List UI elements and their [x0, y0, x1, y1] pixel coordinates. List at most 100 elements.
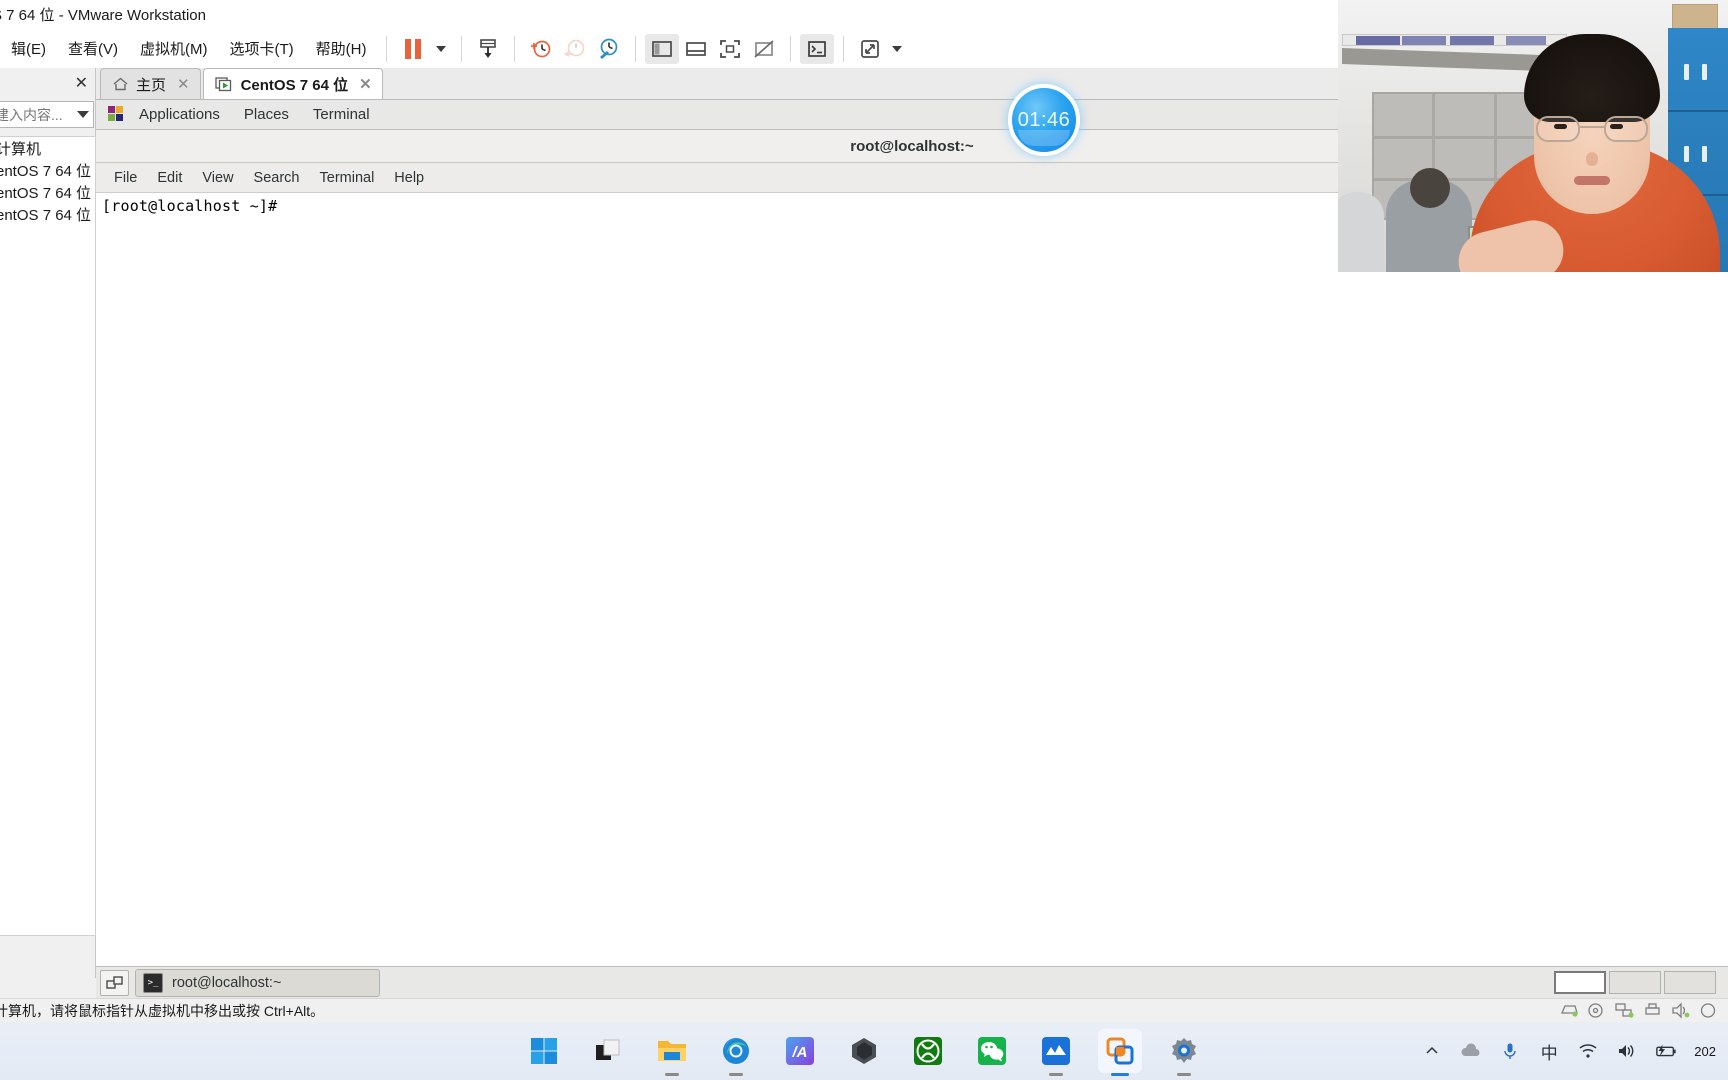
task-view-icon	[596, 1039, 620, 1060]
gnome-menu-terminal[interactable]: Terminal	[301, 104, 382, 125]
menu-help[interactable]: 帮助(H)	[305, 34, 378, 63]
webcam-locker-handle	[1684, 64, 1689, 80]
window-title: S 7 64 位 - VMware Workstation	[0, 7, 206, 24]
gear-icon	[1172, 1038, 1196, 1063]
app-m-icon: /A	[786, 1037, 814, 1065]
menu-tabs[interactable]: 选项卡(T)	[219, 34, 305, 63]
volume-icon[interactable]	[1616, 1040, 1638, 1062]
gnome-menu-applications[interactable]: Applications	[127, 104, 232, 125]
menu-vm[interactable]: 虚拟机(M)	[129, 34, 219, 63]
badge-gloss	[1018, 130, 1070, 146]
edge-button[interactable]	[714, 1029, 758, 1073]
pause-dropdown-button[interactable]	[430, 34, 452, 64]
clock[interactable]: 202	[1694, 1044, 1716, 1059]
cd-dvd-icon[interactable]	[1587, 1002, 1606, 1019]
workspace-2[interactable]	[1609, 971, 1661, 994]
workspace-indicator	[1554, 971, 1724, 994]
home-icon	[112, 76, 129, 92]
terminal-output[interactable]: [root@localhost ~]#	[96, 193, 1728, 933]
folder-icon	[658, 1041, 686, 1061]
menu-view[interactable]: 查看(V)	[57, 34, 129, 63]
wifi-icon[interactable]	[1577, 1040, 1599, 1062]
terminal-menu-search[interactable]: Search	[244, 167, 310, 189]
onedrive-cloud-icon[interactable]	[1460, 1040, 1482, 1062]
chevron-down-icon[interactable]	[77, 111, 89, 118]
take-snapshot-button[interactable]	[524, 34, 558, 64]
app-blue-button[interactable]	[1034, 1029, 1078, 1073]
menu-edit[interactable]: 辑(E)	[0, 34, 57, 63]
revert-snapshot-button[interactable]	[558, 34, 592, 64]
usb-device-icon[interactable]	[1699, 1002, 1718, 1019]
network-adapter-icon[interactable]	[1615, 1002, 1634, 1019]
gnome-menu-places[interactable]: Places	[232, 104, 301, 125]
pause-vm-button[interactable]	[396, 34, 430, 64]
toolbar-separator	[790, 35, 792, 62]
tab-centos7[interactable]: CentOS 7 64 位 ✕	[202, 68, 383, 99]
xbox-button[interactable]	[906, 1029, 950, 1073]
workspace-1[interactable]	[1554, 971, 1606, 994]
tab-close-icon[interactable]: ✕	[177, 75, 190, 93]
chevron-down-icon	[436, 45, 447, 52]
microphone-icon[interactable]	[1499, 1040, 1521, 1062]
vmware-statusbar: 计算机，请将鼠标指针从虚拟机中移出或按 Ctrl+Alt。	[0, 998, 1728, 1022]
library-header: ✕	[0, 68, 96, 98]
task-view-button[interactable]	[586, 1029, 630, 1073]
start-button[interactable]	[522, 1029, 566, 1073]
library-search-box[interactable]: 建入内容...	[0, 101, 94, 128]
file-explorer-button[interactable]	[650, 1029, 694, 1073]
workspace-3[interactable]	[1664, 971, 1716, 994]
wechat-button[interactable]	[970, 1029, 1014, 1073]
snapshot-manager-button[interactable]	[592, 34, 626, 64]
webcam-person-glasses	[1536, 116, 1648, 142]
library-item-vm-2[interactable]: entOS 7 64 位	[0, 181, 95, 203]
svg-text:/A: /A	[792, 1044, 808, 1061]
fullscreen-icon	[720, 39, 741, 58]
ime-chinese-icon[interactable]: 中	[1538, 1040, 1560, 1063]
hard-disk-icon[interactable]	[1559, 1002, 1578, 1019]
webcam-bystander	[1338, 192, 1384, 272]
webcam-locker-handle	[1702, 64, 1707, 80]
battery-charging-icon[interactable]	[1655, 1040, 1677, 1062]
library-item-vm-1[interactable]: entOS 7 64 位	[0, 159, 95, 181]
vm-powered-on-icon	[214, 76, 234, 92]
tab-close-icon[interactable]: ✕	[359, 75, 372, 93]
library-item-my-computer[interactable]: 计算机	[0, 137, 95, 159]
vmware-workstation-button[interactable]	[1098, 1029, 1142, 1073]
webcam-object	[1506, 36, 1546, 45]
terminal-menu-terminal[interactable]: Terminal	[310, 167, 385, 189]
terminal-menu-edit[interactable]: Edit	[147, 167, 192, 189]
console-icon	[808, 40, 827, 57]
printer-icon[interactable]	[1643, 1002, 1662, 1019]
show-library-button[interactable]	[645, 33, 680, 64]
library-panel: ✕ 建入内容... 计算机 entOS 7 64 位 entOS 7 64 位 …	[0, 68, 96, 1044]
stretch-guest-button[interactable]	[853, 34, 887, 64]
show-hidden-icons-icon[interactable]	[1421, 1040, 1443, 1062]
webcam-overlay	[1338, 0, 1728, 272]
xbox-icon	[914, 1037, 942, 1065]
close-icon[interactable]: ✕	[75, 73, 88, 93]
webcam-object	[1356, 36, 1400, 45]
app-hexagon-button[interactable]	[842, 1029, 886, 1073]
send-ctrl-alt-del-button[interactable]	[471, 34, 505, 64]
stretch-dropdown-button[interactable]	[887, 34, 907, 64]
library-item-vm-3[interactable]: entOS 7 64 位	[0, 203, 95, 225]
terminal-menu-help[interactable]: Help	[384, 167, 434, 189]
unity-mode-button[interactable]	[747, 34, 781, 64]
tab-home[interactable]: 主页 ✕	[100, 68, 201, 99]
pause-icon	[405, 38, 422, 59]
terminal-menu-file[interactable]: File	[104, 167, 147, 189]
fullscreen-button[interactable]	[713, 34, 747, 64]
taskbar-window-button[interactable]: >_ root@localhost:~	[135, 968, 380, 997]
glasses-lens-left	[1536, 116, 1580, 142]
webcam-person-mouth	[1574, 176, 1610, 185]
sound-card-icon[interactable]	[1671, 1002, 1690, 1019]
search-input[interactable]: 建入内容...	[0, 105, 77, 125]
webcam-locker-handle	[1684, 146, 1689, 162]
show-thumbnails-button[interactable]	[679, 34, 713, 64]
settings-button[interactable]	[1162, 1029, 1206, 1073]
terminal-menu-view[interactable]: View	[192, 167, 243, 189]
stretch-icon	[861, 39, 880, 58]
workspace-switcher-icon[interactable]	[100, 969, 129, 996]
console-view-button[interactable]	[800, 33, 835, 64]
app-purple-m-button[interactable]: /A	[778, 1029, 822, 1073]
